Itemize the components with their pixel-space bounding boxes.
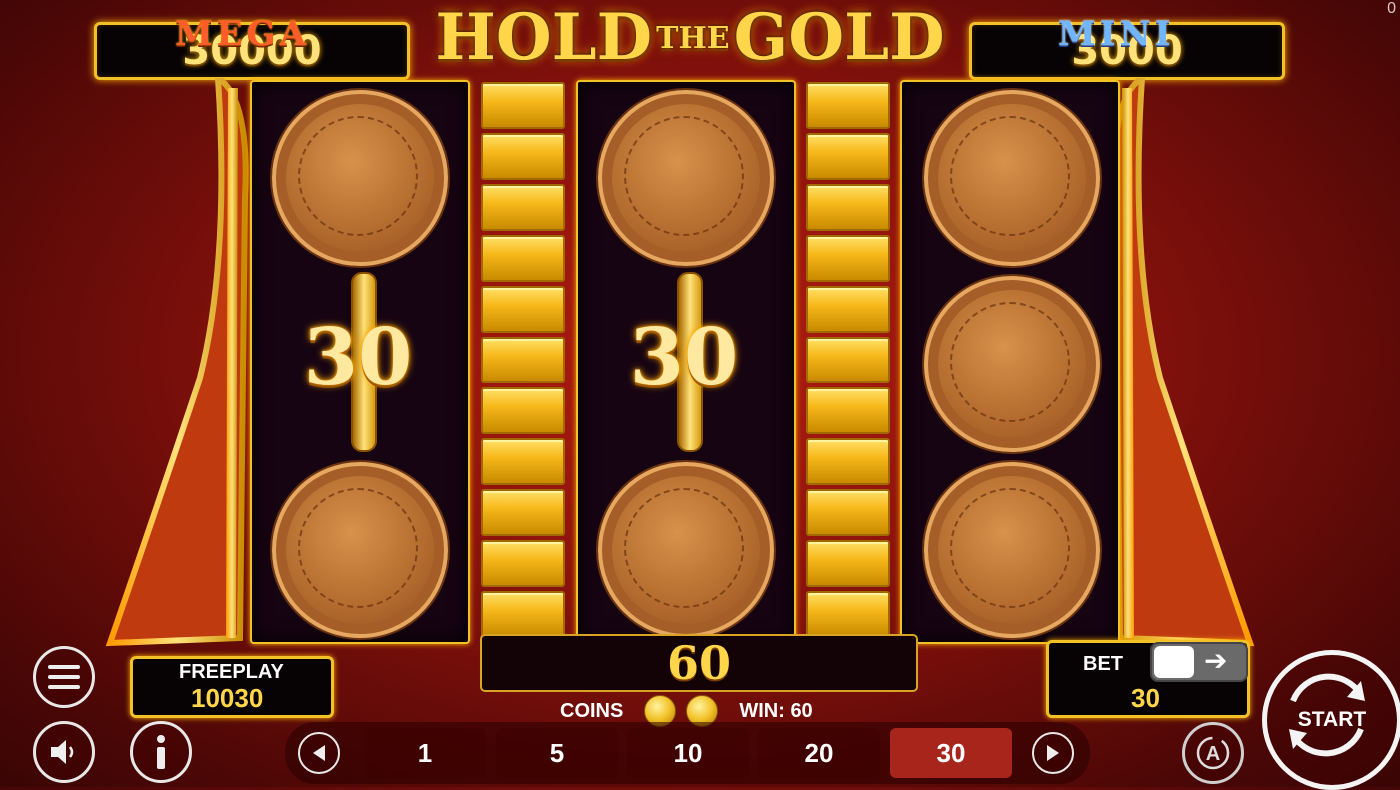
logo-word-the: THE: [656, 21, 730, 56]
win-total-value: 60: [666, 636, 731, 690]
gold-brick: [806, 591, 890, 638]
gold-brick: [481, 438, 565, 486]
start-label: START: [1297, 708, 1367, 731]
gold-brick: [481, 234, 565, 282]
bronze-coin-symbol: [598, 90, 774, 266]
bronze-coin-symbol: [924, 462, 1100, 638]
bronze-coin-symbol: [924, 276, 1100, 452]
freeplay-value: 10030: [191, 683, 264, 713]
coins-label: COINS: [560, 699, 624, 722]
mini-jackpot-label: MINI: [1058, 14, 1175, 54]
bet-option-30-selected[interactable]: 30: [890, 728, 1012, 778]
sound-button[interactable]: [33, 721, 95, 783]
bronze-coin-symbol: [924, 90, 1100, 266]
right-frame-column: [1110, 72, 1260, 656]
gold-brick: [806, 234, 890, 282]
bronze-coin-symbol: [272, 90, 448, 266]
bet-toggle[interactable]: ➔: [1150, 642, 1248, 682]
logo-word-gold: GOLD: [733, 0, 945, 75]
gold-brick: [481, 132, 565, 180]
gold-brick: [481, 183, 565, 231]
gold-brick: [806, 132, 890, 180]
autoplay-icon: A: [1196, 736, 1230, 770]
mega-jackpot-label: MEGA: [175, 14, 310, 54]
coin-value-reel-1: 30: [303, 312, 413, 403]
gold-brick: [806, 285, 890, 333]
gold-brick: [806, 183, 890, 231]
bet-option-20[interactable]: 20: [758, 728, 880, 778]
gold-brick: [806, 438, 890, 486]
win-amount-label: WIN: 60: [739, 699, 813, 722]
svg-text:A: A: [1206, 743, 1220, 765]
bet-prev-button[interactable]: [298, 732, 340, 774]
gold-brick: [481, 336, 565, 384]
gold-brick: [481, 387, 565, 435]
info-button[interactable]: [130, 721, 192, 783]
right-frame-shape: [1111, 72, 1255, 647]
bronze-coin-symbol: [598, 462, 774, 638]
bet-value: 30: [1131, 683, 1160, 713]
gold-brick: [481, 82, 565, 129]
hamburger-menu-icon: [48, 665, 80, 689]
chevron-right-icon: [1047, 745, 1059, 761]
gold-brick: [806, 82, 890, 129]
corner-counter: 0: [1387, 0, 1396, 17]
speaker-icon: [51, 740, 74, 764]
win-total-panel: 60: [480, 634, 918, 692]
mega-jackpot-panel: MEGA 30000: [94, 17, 410, 80]
bronze-coin-symbol: [272, 462, 448, 638]
info-icon: [157, 735, 165, 769]
gold-pillar-right: [806, 80, 890, 638]
game-logo: HOLD THE GOLD: [420, 0, 960, 75]
left-frame-shape: [105, 72, 249, 647]
logo-word-hold: HOLD: [435, 0, 653, 75]
coins-win-row: COINS WIN: 60: [560, 695, 813, 727]
bet-option-1[interactable]: 1: [364, 728, 486, 778]
gold-brick: [806, 489, 890, 537]
autoplay-button[interactable]: A: [1182, 722, 1244, 784]
left-frame-column: [100, 72, 250, 656]
bet-next-button[interactable]: [1032, 732, 1074, 774]
gold-brick: [806, 387, 890, 435]
gold-brick: [481, 540, 565, 588]
freeplay-panel: FREEPLAY 10030: [130, 656, 334, 718]
toggle-knob: [1154, 646, 1194, 678]
arrow-right-icon: ➔: [1204, 645, 1228, 676]
gold-brick: [806, 540, 890, 588]
chevron-left-icon: [313, 745, 325, 761]
bet-label: BET: [1083, 653, 1123, 675]
gold-pillar-left: [481, 80, 565, 638]
menu-button[interactable]: [33, 646, 95, 708]
gold-brick: [806, 336, 890, 384]
mini-jackpot-panel: MINI 3000: [969, 17, 1285, 80]
freeplay-label: FREEPLAY: [179, 661, 284, 683]
gold-brick: [481, 489, 565, 537]
start-button[interactable]: START: [1262, 650, 1400, 790]
coin-value-reel-2: 30: [629, 312, 739, 403]
gold-brick: [481, 285, 565, 333]
bet-option-5[interactable]: 5: [496, 728, 618, 778]
gold-brick: [481, 591, 565, 638]
bet-option-10[interactable]: 10: [627, 728, 749, 778]
